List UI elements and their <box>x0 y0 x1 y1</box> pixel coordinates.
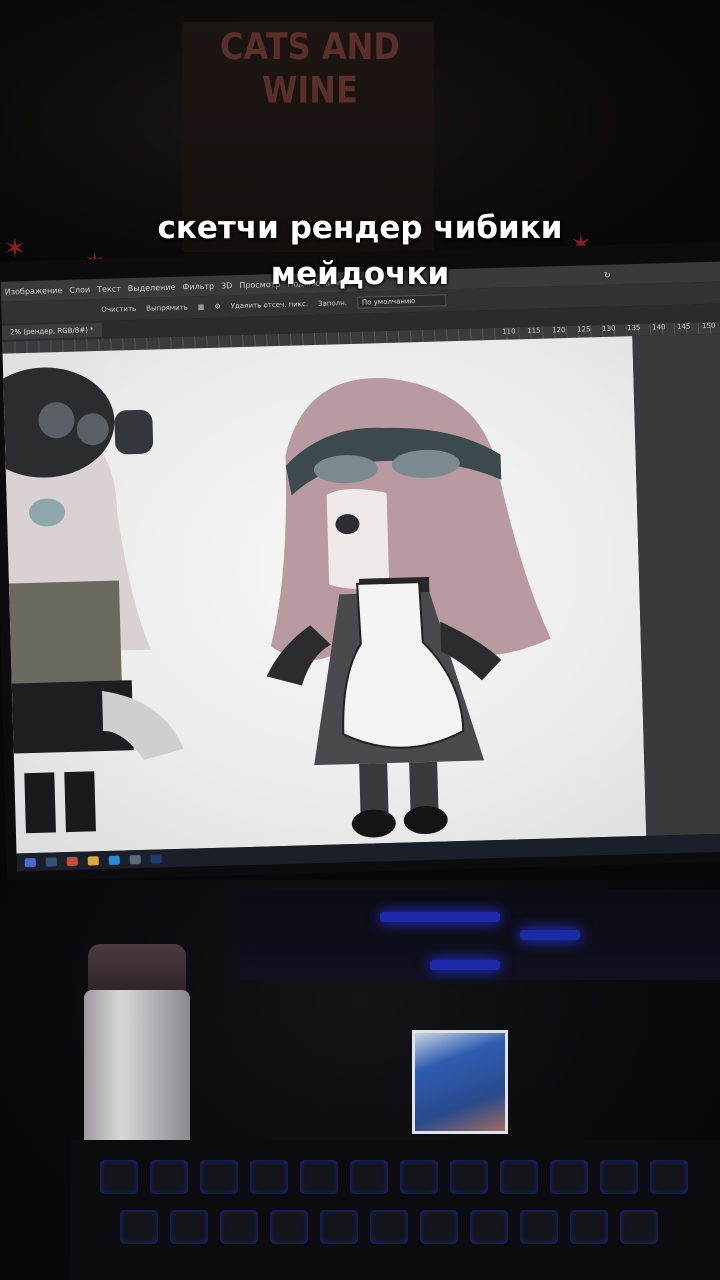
keyboard-key <box>170 1210 208 1244</box>
keyboard-key <box>470 1210 508 1244</box>
keyboard-glow <box>430 960 500 970</box>
maid-chibi-figure <box>266 378 551 838</box>
keyboard-key <box>500 1160 538 1194</box>
keyboard-key <box>620 1210 658 1244</box>
chrome-icon[interactable] <box>66 856 78 866</box>
grid-icon[interactable]: ▦ <box>198 303 205 311</box>
ruler-label: 115 <box>527 326 541 336</box>
caption-line-1: скетчи рендер чибики <box>157 210 563 246</box>
monitor: Изображение Слои Текст Выделение Фильтр … <box>0 240 720 882</box>
keyboard-key <box>200 1160 238 1194</box>
photo-card <box>412 1030 508 1134</box>
photo-scene: CATS AND WINE ✶ ✶ ✶ Изображение Слои Тек… <box>0 0 720 1280</box>
keyboard-key <box>150 1160 188 1194</box>
search-icon[interactable] <box>45 856 57 867</box>
keyboard-key <box>120 1210 158 1244</box>
start-icon[interactable] <box>24 857 36 867</box>
ruler-label: 135 <box>626 323 641 333</box>
keyboard-key <box>400 1160 438 1194</box>
keyboard-key <box>320 1210 358 1244</box>
ruler-label: 150 <box>701 321 716 331</box>
clear-button[interactable]: Очистить <box>101 305 136 314</box>
keyboard-key <box>570 1210 608 1244</box>
caption-line-2: мейдочки <box>270 256 450 292</box>
steam-icon[interactable] <box>129 854 141 864</box>
artwork-canvas[interactable] <box>2 336 647 854</box>
straighten-button[interactable]: Выпрямить <box>146 303 188 312</box>
fill-label: Заполн. <box>317 299 348 308</box>
keyboard-key <box>520 1210 558 1244</box>
keyboard-key <box>250 1160 288 1194</box>
photoshop-icon[interactable] <box>150 853 162 864</box>
document-tab[interactable]: 2% (рендер, RGB/8#) * <box>1 322 102 340</box>
left-chibi-figure <box>2 367 184 834</box>
keyboard-key <box>600 1160 638 1194</box>
ruler-label: 145 <box>676 322 691 331</box>
pasteboard-area <box>632 333 720 836</box>
ruler-label: 125 <box>577 325 591 334</box>
keyboard-key <box>550 1160 588 1194</box>
chibi-drawing <box>2 367 551 838</box>
keyboard <box>70 1140 720 1280</box>
keyboard-key <box>370 1210 408 1244</box>
keyboard-key <box>100 1160 138 1194</box>
edge-icon[interactable] <box>108 855 120 865</box>
keyboard-key <box>350 1160 388 1194</box>
folder-icon[interactable] <box>87 855 99 866</box>
delete-pixels-checkbox[interactable]: Удалить отсеч. пикс. <box>231 300 309 310</box>
keyboard-key <box>420 1210 458 1244</box>
keyboard-glow <box>520 930 580 940</box>
gear-icon[interactable]: ⚙ <box>214 303 221 311</box>
keyboard-key <box>650 1160 688 1194</box>
keyboard-key <box>270 1210 308 1244</box>
ruler-label: 110 <box>502 327 516 336</box>
keyboard-key <box>300 1160 338 1194</box>
ruler-label: 120 <box>552 325 566 335</box>
keyboard-glow <box>380 912 500 922</box>
keyboard-key <box>450 1160 488 1194</box>
ruler-label: 130 <box>601 324 616 333</box>
poster-title: CATS AND WINE <box>220 24 400 112</box>
keyboard-key <box>220 1210 258 1244</box>
ruler-label: 140 <box>651 323 666 332</box>
preset-select[interactable]: По умолчанию <box>356 294 447 309</box>
